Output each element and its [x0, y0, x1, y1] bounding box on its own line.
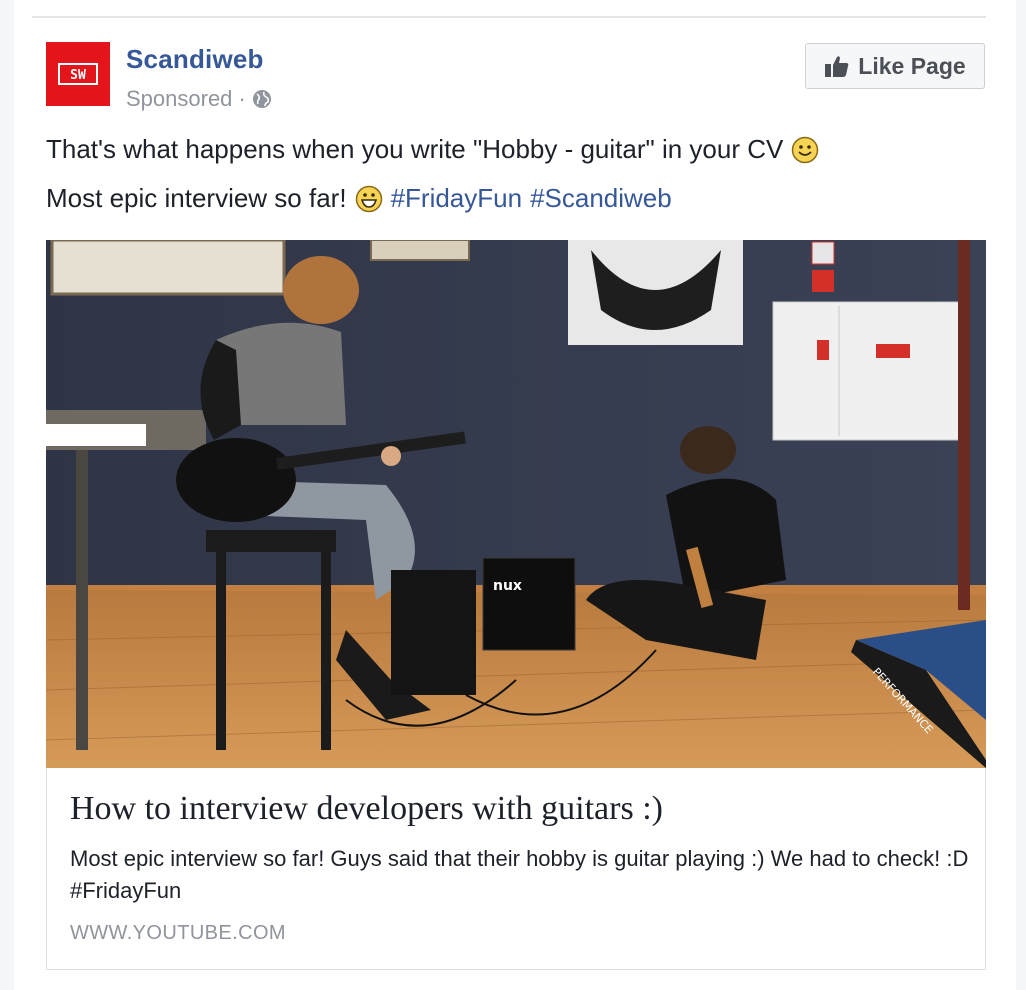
- post-message-line-2: Most epic interview so far! #FridayFun #…: [46, 183, 672, 214]
- divider: [32, 16, 986, 18]
- globe-icon[interactable]: [252, 89, 272, 109]
- link-title[interactable]: How to interview developers with guitars…: [70, 790, 663, 828]
- page-name-link[interactable]: Scandiweb: [126, 44, 264, 75]
- like-page-button[interactable]: Like Page: [805, 43, 985, 89]
- svg-text:nux: nux: [493, 578, 522, 594]
- link-preview[interactable]: How to interview developers with guitars…: [46, 768, 986, 970]
- link-description: Most epic interview so far! Guys said th…: [70, 846, 969, 903]
- video-scene-illustration: nux PERFORMANCE: [46, 240, 986, 768]
- like-page-label: Like Page: [858, 52, 966, 79]
- grin-emoji-icon: [355, 185, 382, 212]
- message-text: Most epic interview so far!: [46, 183, 347, 213]
- hashtag-link[interactable]: #FridayFun: [391, 183, 523, 214]
- scandiweb-logo-icon: SW: [58, 63, 98, 85]
- page-avatar[interactable]: SW: [46, 42, 110, 106]
- sponsored-label[interactable]: Sponsored: [126, 86, 232, 112]
- hashtag-link[interactable]: #Scandiweb: [530, 183, 672, 214]
- post-message-line-1: That's what happens when you write "Hobb…: [46, 134, 827, 165]
- smile-emoji-icon: [792, 136, 819, 163]
- thumbs-up-icon: [825, 56, 849, 77]
- link-domain: WWW.YOUTUBE.COM: [70, 922, 286, 944]
- message-text: That's what happens when you write "Hobb…: [46, 134, 784, 164]
- video-thumbnail[interactable]: nux PERFORMANCE: [46, 240, 986, 768]
- meta-separator: ·: [238, 86, 246, 111]
- svg-text:SW: SW: [70, 68, 86, 83]
- post-meta: Sponsored ·: [126, 86, 272, 112]
